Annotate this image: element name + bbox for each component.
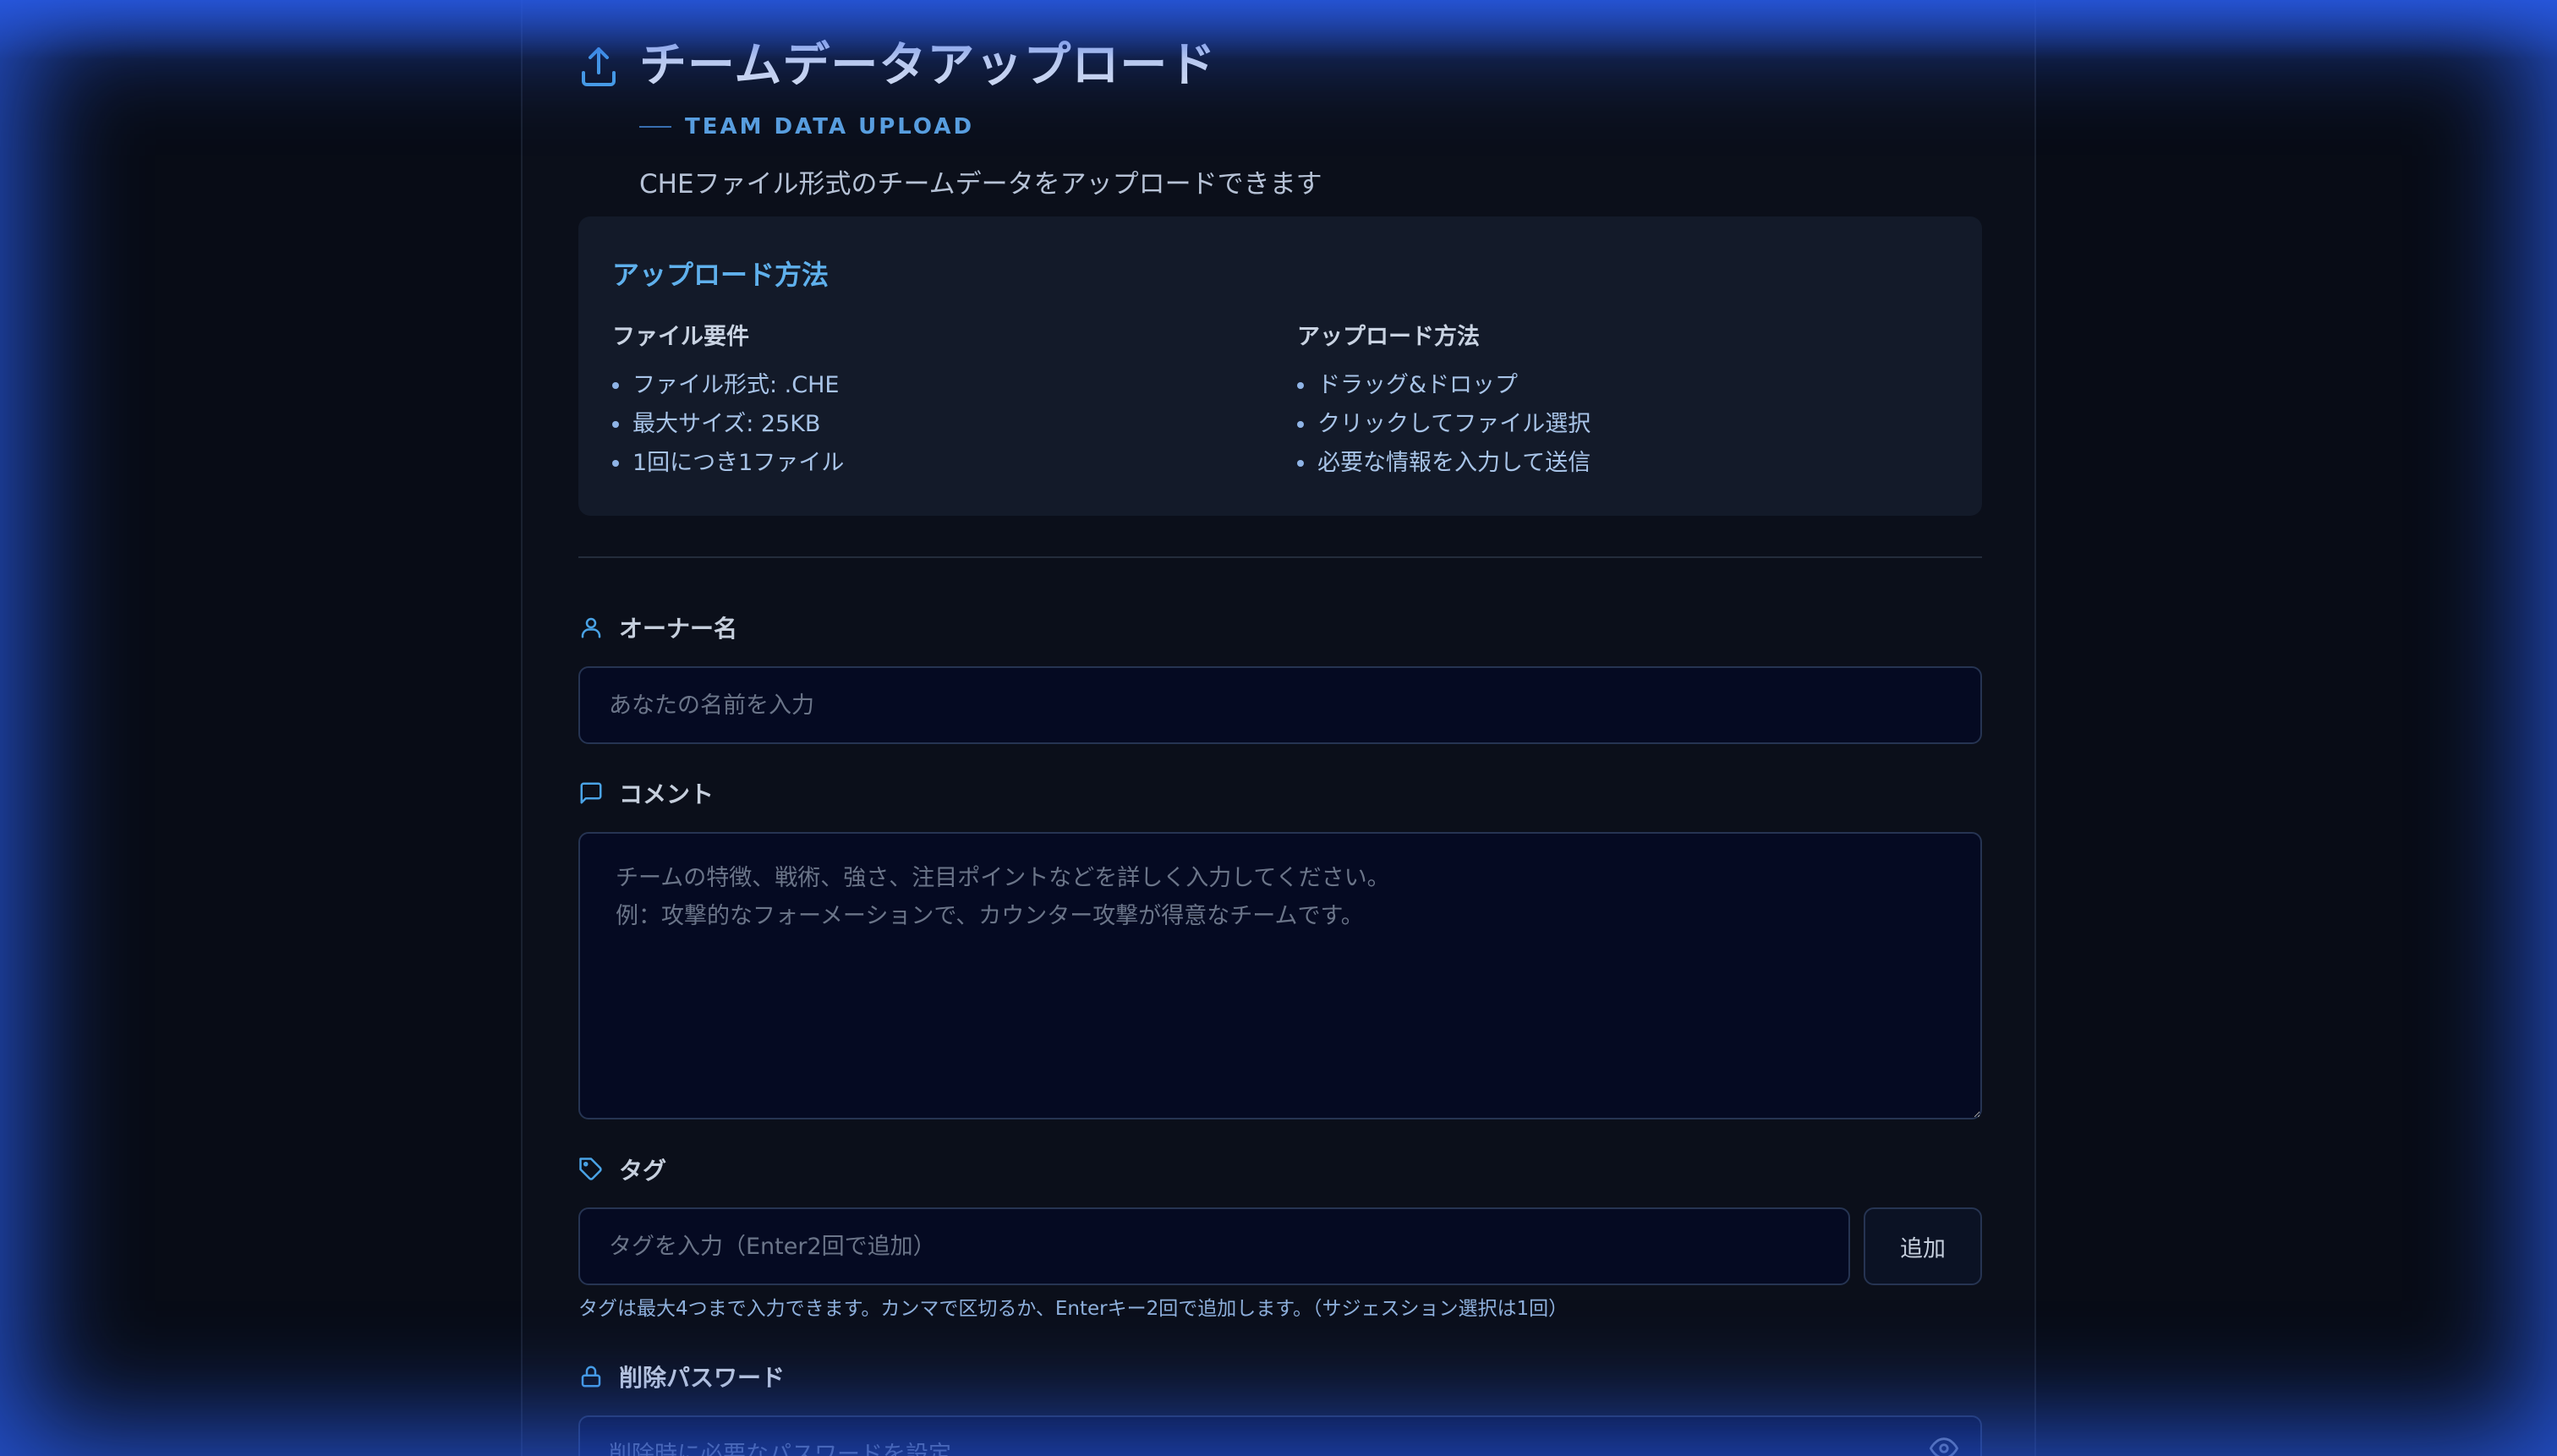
subtitle-text: TEAM DATA UPLOAD <box>685 114 975 140</box>
file-requirements: ファイル要件 ファイル形式: .CHE 最大サイズ: 25KB 1回につき1ファ… <box>612 318 1255 483</box>
page-description: CHEファイル形式のチームデータをアップロードできます <box>639 169 1322 200</box>
owner-label-text: オーナー名 <box>619 615 738 643</box>
tag-input[interactable] <box>578 1207 1850 1285</box>
comment-textarea[interactable] <box>578 832 1982 1119</box>
comment-label-text: コメント <box>619 780 715 808</box>
user-icon <box>581 617 601 638</box>
list-item-text: ドラッグ&ドロップ <box>1317 372 1519 398</box>
methods-heading: アップロード方法 <box>1297 324 1480 350</box>
eye-icon[interactable] <box>1930 1434 1958 1456</box>
comment-label: コメント <box>578 776 714 810</box>
bullet-dot <box>1297 421 1304 428</box>
tag-icon <box>579 1158 602 1180</box>
list-item: 1回につき1ファイル <box>612 444 1255 483</box>
upload-icon <box>582 47 616 86</box>
info-title: アップロード方法 <box>612 259 830 291</box>
upload-methods: アップロード方法 ドラッグ&ドロップ クリックしてファイル選択 必要な情報を入力… <box>1297 318 1940 483</box>
page-title: チームデータアップロード <box>639 38 1217 93</box>
page-header: チームデータアップロード TEAM DATA UPLOAD CHEファイル形式の… <box>578 22 1982 200</box>
upload-info-box: アップロード方法 ファイル要件 ファイル形式: .CHE 最大サイズ: 25KB… <box>578 216 1982 516</box>
subtitle-line <box>639 126 671 128</box>
delete-password-input[interactable] <box>578 1415 1982 1456</box>
bullet-dot <box>1297 460 1304 467</box>
list-item-text: 必要な情報を入力して送信 <box>1317 450 1591 476</box>
bullet-dot <box>612 421 619 428</box>
add-tag-button[interactable]: 追加 <box>1864 1207 1982 1285</box>
section-divider <box>578 556 1982 558</box>
page-subtitle: TEAM DATA UPLOAD <box>639 112 974 142</box>
tags-hint: タグは最大4つまで入力できます。カンマで区切るか、Enterキー2回で追加します… <box>578 1298 1569 1320</box>
list-item-text: ファイル形式: .CHE <box>632 372 840 398</box>
list-item: ドラッグ&ドロップ <box>1297 366 1940 405</box>
tags-label: タグ <box>578 1152 666 1186</box>
viewport: チームデータアップロード TEAM DATA UPLOAD CHEファイル形式の… <box>0 0 2557 1456</box>
requirements-heading: ファイル要件 <box>612 324 749 350</box>
list-item: 最大サイズ: 25KB <box>612 405 1255 444</box>
owner-label: オーナー名 <box>578 610 737 644</box>
methods-list: ドラッグ&ドロップ クリックしてファイル選択 必要な情報を入力して送信 <box>1297 366 1940 483</box>
password-label-text: 削除パスワード <box>619 1364 786 1392</box>
list-item-text: 1回につき1ファイル <box>632 450 845 476</box>
list-item: ファイル形式: .CHE <box>612 366 1255 405</box>
requirements-list: ファイル形式: .CHE 最大サイズ: 25KB 1回につき1ファイル <box>612 366 1255 483</box>
list-item-text: クリックしてファイル選択 <box>1317 411 1591 437</box>
list-item: 必要な情報を入力して送信 <box>1297 444 1940 483</box>
list-item: クリックしてファイル選択 <box>1297 405 1940 444</box>
message-square-icon <box>580 782 602 804</box>
password-label: 削除パスワード <box>578 1360 785 1393</box>
main-panel: チームデータアップロード TEAM DATA UPLOAD CHEファイル形式の… <box>521 0 2036 1456</box>
bullet-dot <box>1297 382 1304 389</box>
tags-label-text: タグ <box>619 1157 667 1185</box>
bullet-dot <box>612 382 619 389</box>
list-item-text: 最大サイズ: 25KB <box>632 411 821 437</box>
owner-name-input[interactable] <box>578 666 1982 744</box>
bullet-dot <box>612 460 619 467</box>
lock-icon <box>581 1366 601 1388</box>
